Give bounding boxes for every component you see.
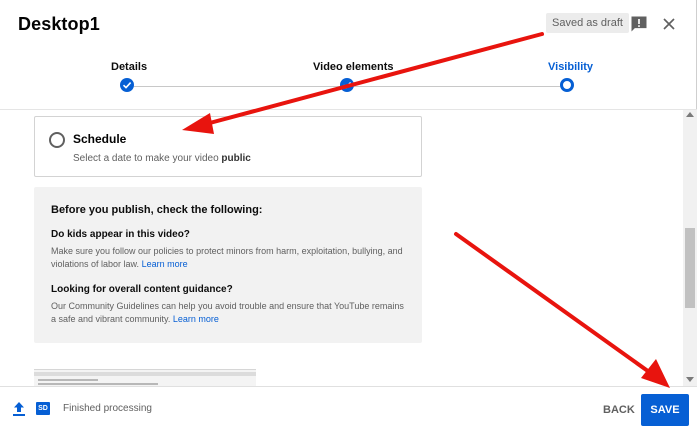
dialog-title: Desktop1 — [18, 13, 100, 34]
schedule-title: Schedule — [73, 132, 127, 146]
step-details-check[interactable] — [120, 78, 134, 92]
close-icon[interactable] — [659, 14, 679, 34]
scroll-thumb[interactable] — [685, 228, 695, 308]
schedule-description: Select a date to make your video public — [73, 153, 251, 164]
kids-question-body: Make sure you follow our policies to pro… — [51, 246, 403, 269]
step-video-elements-label[interactable]: Video elements — [313, 61, 394, 73]
scroll-down-arrow-icon[interactable] — [686, 377, 694, 382]
step-visibility-label[interactable]: Visibility — [548, 61, 593, 73]
check-icon — [122, 82, 132, 89]
scroll-up-arrow-icon[interactable] — [686, 112, 694, 117]
upload-icon — [13, 402, 25, 416]
kids-learn-more-link[interactable]: Learn more — [142, 259, 188, 269]
dialog-footer: SD Finished processing BACK SAVE — [0, 386, 697, 433]
back-button[interactable]: BACK — [595, 397, 643, 423]
preview-line — [38, 379, 98, 381]
guidance-question-title: Looking for overall content guidance? — [51, 284, 233, 295]
processing-status: Finished processing — [63, 403, 152, 414]
step-connector — [354, 86, 560, 87]
content-scrollbar[interactable] — [683, 110, 697, 386]
publish-checklist: Before you publish, check the following:… — [34, 187, 422, 343]
guidance-learn-more-link[interactable]: Learn more — [173, 314, 219, 324]
step-connector — [134, 86, 340, 87]
checklist-heading: Before you publish, check the following: — [51, 204, 263, 216]
schedule-radio[interactable] — [49, 132, 65, 148]
visibility-content: Schedule Select a date to make your vide… — [0, 110, 697, 386]
video-preview-thumbnail — [34, 369, 256, 386]
upload-stepper: Details Video elements Visibility — [0, 48, 697, 110]
preview-line — [38, 383, 158, 385]
guidance-question-body: Our Community Guidelines can help you av… — [51, 301, 404, 324]
save-button[interactable]: SAVE — [641, 394, 689, 426]
feedback-icon[interactable] — [629, 14, 649, 34]
schedule-option[interactable]: Schedule Select a date to make your vide… — [34, 116, 422, 177]
step-visibility-current[interactable] — [560, 78, 574, 92]
check-icon — [342, 82, 352, 89]
dialog-header: Desktop1 Saved as draft — [0, 0, 697, 48]
saved-as-draft-badge: Saved as draft — [546, 13, 629, 33]
kids-question-title: Do kids appear in this video? — [51, 229, 190, 240]
preview-toolbar — [34, 372, 256, 376]
step-details-label[interactable]: Details — [111, 61, 147, 73]
upload-dialog: Desktop1 Saved as draft Details Video el… — [0, 0, 697, 433]
step-video-elements-check[interactable] — [340, 78, 354, 92]
sd-quality-badge: SD — [36, 402, 50, 415]
